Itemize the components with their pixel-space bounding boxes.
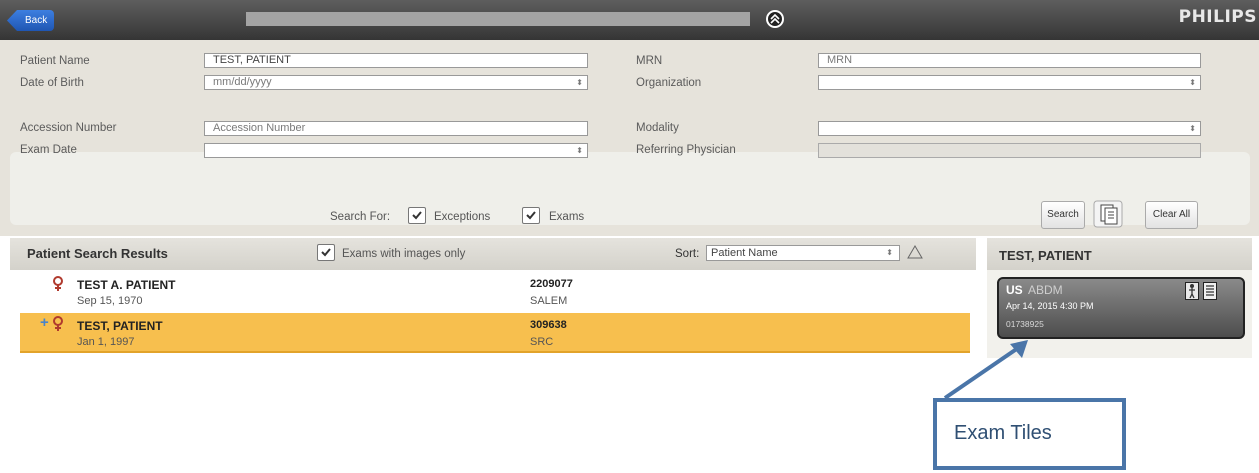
title-bar: [246, 12, 750, 26]
results-title: Patient Search Results: [27, 246, 168, 261]
patient-dob: Jan 1, 1997: [77, 336, 135, 348]
exam-date: Apr 14, 2015 4:30 PM: [1006, 301, 1094, 311]
patient-name: TEST, PATIENT: [77, 319, 163, 333]
organization-label: Organization: [636, 77, 702, 89]
patient-mrn: 2209077: [530, 278, 573, 290]
modality-select[interactable]: ⬍: [818, 121, 1201, 136]
table-row[interactable]: TEST A. PATIENT Sep 15, 1970 2209077 SAL…: [10, 274, 970, 314]
exam-modality: US: [1006, 283, 1023, 297]
referring-physician-label: Referring Physician: [636, 144, 736, 156]
sort-select[interactable]: Patient Name ⬍: [706, 245, 900, 261]
mrn-field[interactable]: MRN: [818, 53, 1201, 68]
date-of-birth-label: Date of Birth: [20, 77, 84, 89]
exam-date-select[interactable]: ⬍: [204, 143, 588, 158]
checkmark-icon: [321, 248, 331, 257]
female-symbol-icon: [53, 316, 63, 331]
exams-label: Exams: [549, 211, 585, 223]
patient-mrn: 309638: [530, 319, 567, 331]
exceptions-checkbox[interactable]: [408, 207, 426, 224]
callout-text: Exam Tiles: [954, 422, 1052, 444]
app-window: Back PHILIPS Patient Name TEST, PATIENT …: [0, 0, 1259, 473]
search-button[interactable]: Search: [1041, 201, 1085, 229]
organization-select[interactable]: ⬍: [818, 75, 1201, 90]
select-arrow-icon: ⬍: [1189, 78, 1196, 87]
referring-physician-field[interactable]: [818, 143, 1201, 158]
exam-accession: 01738925: [1006, 319, 1044, 329]
exam-tiles-header: TEST, PATIENT: [987, 238, 1252, 270]
patient-results-panel: Patient Search Results Exams with images…: [10, 238, 976, 358]
exceptions-label: Exceptions: [434, 211, 491, 223]
report-icon[interactable]: [1093, 200, 1123, 228]
selected-patient-title: TEST, PATIENT: [999, 248, 1092, 263]
accession-number-field[interactable]: Accession Number: [204, 121, 588, 136]
patient-org: SRC: [530, 336, 554, 348]
callout-arrow-icon: [943, 340, 1028, 400]
patient-name-field[interactable]: TEST, PATIENT: [204, 53, 588, 68]
sort-label: Sort:: [675, 248, 700, 260]
top-bar: Back PHILIPS: [0, 0, 1259, 40]
exams-checkbox[interactable]: [522, 207, 540, 224]
date-of-birth-field[interactable]: mm/dd/yyyy ⬍: [204, 75, 588, 90]
expand-plus-icon[interactable]: +: [40, 314, 49, 331]
mrn-label: MRN: [636, 55, 663, 67]
accession-number-label: Accession Number: [20, 122, 117, 134]
callout-box: Exam Tiles: [933, 398, 1126, 470]
search-for-label: Search For:: [330, 211, 391, 223]
patient-dob: Sep 15, 1970: [77, 295, 143, 307]
images-only-checkbox[interactable]: [317, 244, 335, 261]
report-document-icon[interactable]: [1203, 282, 1217, 300]
select-arrow-icon: ⬍: [576, 78, 583, 87]
patient-org: SALEM: [530, 295, 568, 307]
modality-label: Modality: [636, 122, 679, 134]
results-header: Patient Search Results Exams with images…: [10, 238, 976, 270]
select-arrow-icon: ⬍: [1189, 124, 1196, 133]
patient-name: TEST A. PATIENT: [77, 278, 176, 292]
images-only-label: Exams with images only: [342, 248, 466, 260]
clear-all-button[interactable]: Clear All: [1145, 201, 1198, 229]
female-symbol-icon: [53, 276, 63, 291]
table-row-selected[interactable]: + TEST, PATIENT Jan 1, 1997 309638 SRC: [20, 313, 970, 353]
checkmark-icon: [526, 211, 536, 220]
collapse-chevron-icon[interactable]: [766, 10, 784, 28]
brand-logo: PHILIPS: [1178, 7, 1257, 27]
patient-name-label: Patient Name: [20, 55, 90, 67]
body-figure-icon[interactable]: [1185, 282, 1199, 300]
sort-direction-icon[interactable]: [907, 245, 923, 259]
select-arrow-icon: ⬍: [576, 146, 583, 155]
exam-body-part: ABDM: [1028, 283, 1063, 297]
back-button[interactable]: Back: [7, 10, 54, 31]
checkmark-icon: [412, 211, 422, 220]
select-arrow-icon: ⬍: [886, 248, 893, 257]
exam-date-label: Exam Date: [20, 144, 77, 156]
exam-tile[interactable]: US ABDM Apr 14, 2015 4:30 PM 01738925: [997, 277, 1245, 339]
